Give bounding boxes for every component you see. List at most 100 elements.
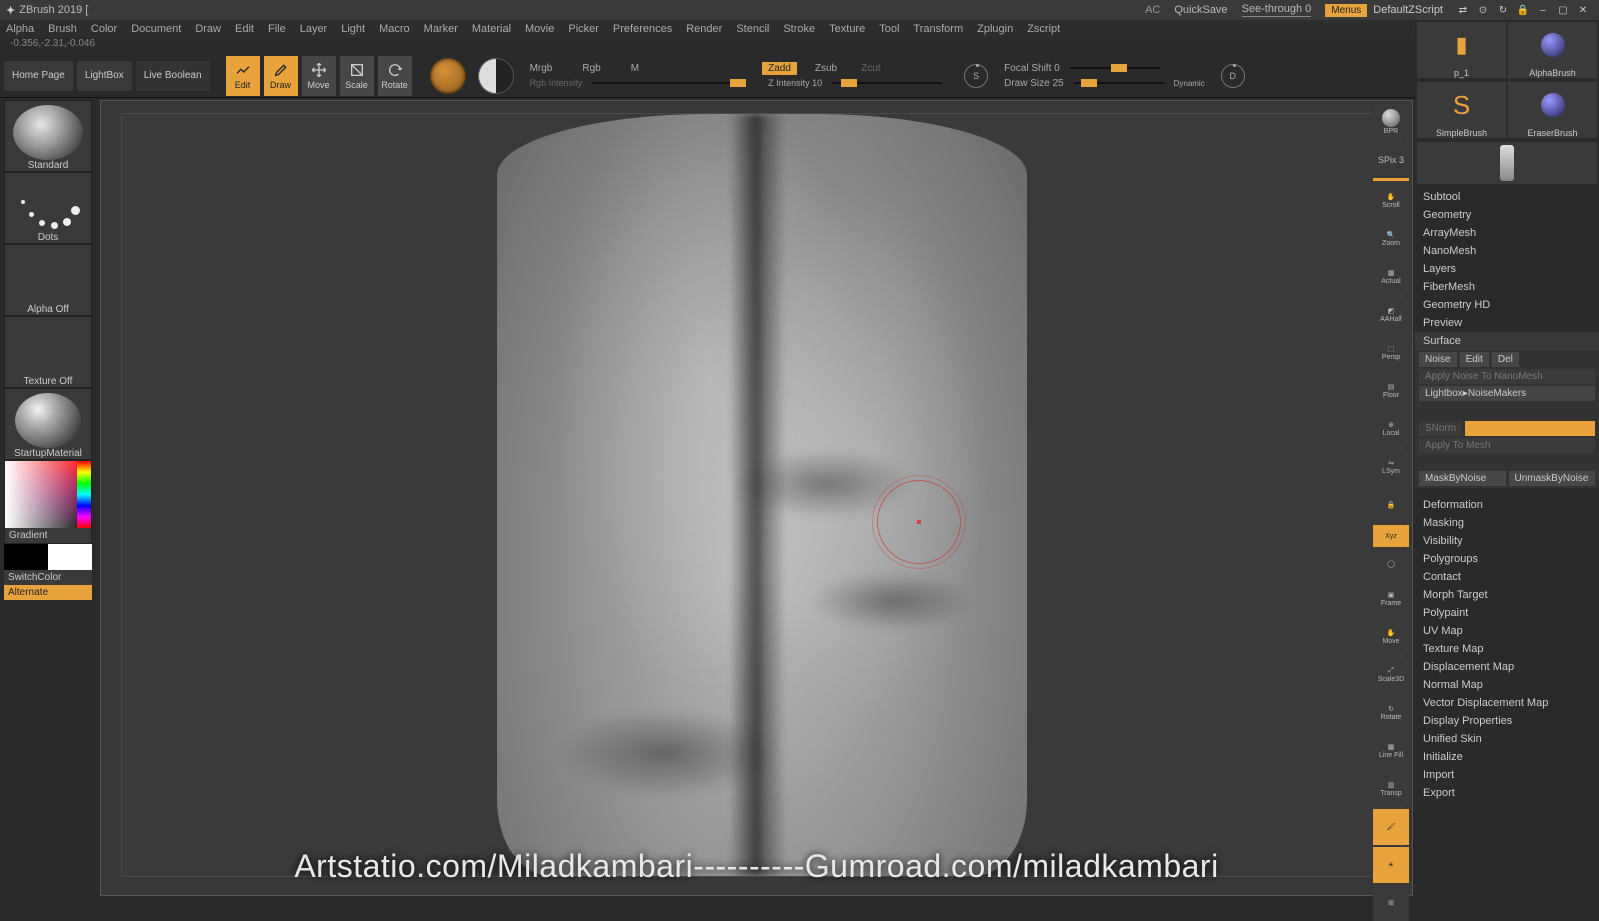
rotate-mode-button[interactable]: Rotate [378, 56, 412, 96]
minimize-icon[interactable]: – [1536, 3, 1550, 17]
panel-fibermesh[interactable]: FiberMesh [1415, 278, 1599, 296]
focal-shift-slider[interactable] [1070, 67, 1160, 69]
switch-color-button[interactable]: SwitchColor [4, 570, 92, 585]
snorm-slider[interactable] [1465, 421, 1595, 436]
xyz-button[interactable]: Xyz [1373, 525, 1409, 547]
panel-masking[interactable]: Masking [1415, 514, 1599, 532]
brush-p1[interactable]: ▮p_1 [1417, 22, 1506, 78]
lightbox-button[interactable]: LightBox [77, 61, 132, 91]
bpr-button[interactable]: BPR [1373, 104, 1409, 140]
panel-arraymesh[interactable]: ArrayMesh [1415, 224, 1599, 242]
maximize-icon[interactable]: ▢ [1556, 3, 1570, 17]
menu-render[interactable]: Render [686, 23, 722, 35]
panel-export[interactable]: Export [1415, 784, 1599, 802]
rgb-button[interactable]: Rgb [576, 62, 606, 75]
rotate-view-button[interactable]: ↻Rotate [1373, 695, 1409, 731]
texture-selector[interactable]: Texture Off [4, 316, 92, 388]
color-swatches[interactable] [4, 544, 92, 570]
brush-selector[interactable]: Standard [4, 100, 92, 172]
home-page-button[interactable]: Home Page [4, 61, 73, 91]
draw-size-slider[interactable] [1074, 82, 1164, 84]
pin-icon[interactable]: ⊙ [1476, 3, 1490, 17]
polyframe-button[interactable]: ⊞ [1373, 885, 1409, 921]
swatch-black[interactable] [4, 544, 48, 570]
panel-geometryhd[interactable]: Geometry HD [1415, 296, 1599, 314]
m-button[interactable]: M [625, 62, 645, 75]
menu-file[interactable]: File [268, 23, 286, 35]
lsym-button[interactable]: ⇋LSym [1373, 449, 1409, 485]
menu-marker[interactable]: Marker [424, 23, 458, 35]
lock-icon[interactable]: 🔒 [1516, 3, 1530, 17]
menu-stencil[interactable]: Stencil [736, 23, 769, 35]
frame-button[interactable]: ▣Frame [1373, 581, 1409, 617]
panel-geometry[interactable]: Geometry [1415, 206, 1599, 224]
brush-alpha[interactable]: AlphaBrush [1508, 22, 1597, 78]
live-boolean-button[interactable]: Live Boolean [136, 61, 210, 91]
zoom-button[interactable]: 🔍Zoom [1373, 221, 1409, 257]
panel-polygroups[interactable]: Polygroups [1415, 550, 1599, 568]
aahalf-button[interactable]: ◩AAHalf [1373, 297, 1409, 333]
panel-visibility[interactable]: Visibility [1415, 532, 1599, 550]
panel-unifiedskin[interactable]: Unified Skin [1415, 730, 1599, 748]
scale-view-button[interactable]: ⤢Scale3D [1373, 657, 1409, 693]
panel-surface[interactable]: Surface [1415, 332, 1599, 350]
material-toggle[interactable] [478, 58, 514, 94]
menu-transform[interactable]: Transform [913, 23, 963, 35]
menu-light[interactable]: Light [341, 23, 365, 35]
symmetry-ring-s[interactable]: S [964, 64, 988, 88]
centre-button[interactable]: ◯ [1373, 549, 1409, 579]
move-mode-button[interactable]: Move [302, 56, 336, 96]
move-view-button[interactable]: ✋Move [1373, 619, 1409, 655]
solo-button[interactable]: ☀ [1373, 847, 1409, 883]
panel-preview[interactable]: Preview [1415, 314, 1599, 332]
actual-button[interactable]: ▦Actual [1373, 259, 1409, 295]
panel-vectordisp[interactable]: Vector Displacement Map [1415, 694, 1599, 712]
panel-layers[interactable]: Layers [1415, 260, 1599, 278]
default-zscript[interactable]: DefaultZScript [1373, 4, 1443, 16]
menu-stroke[interactable]: Stroke [783, 23, 815, 35]
panel-texturemap[interactable]: Texture Map [1415, 640, 1599, 658]
arrows-icon[interactable]: ⇄ [1456, 3, 1470, 17]
lock-button[interactable]: 🔒 [1373, 487, 1409, 523]
draw-mode-button[interactable]: Draw [264, 56, 298, 96]
menu-brush[interactable]: Brush [48, 23, 77, 35]
panel-normalmap[interactable]: Normal Map [1415, 676, 1599, 694]
menu-movie[interactable]: Movie [525, 23, 554, 35]
panel-import[interactable]: Import [1415, 766, 1599, 784]
menu-texture[interactable]: Texture [829, 23, 865, 35]
panel-deformation[interactable]: Deformation [1415, 496, 1599, 514]
swatch-white[interactable] [48, 544, 92, 570]
panel-uvmap[interactable]: UV Map [1415, 622, 1599, 640]
close-icon[interactable]: ✕ [1576, 3, 1590, 17]
menu-zplugin[interactable]: Zplugin [977, 23, 1013, 35]
stroke-selector[interactable]: Dots [4, 172, 92, 244]
panel-morphtarget[interactable]: Morph Target [1415, 586, 1599, 604]
zsub-button[interactable]: Zsub [809, 62, 843, 75]
mrgb-button[interactable]: Mrgb [524, 62, 559, 75]
alternate-button[interactable]: Alternate [4, 585, 92, 600]
panel-initialize[interactable]: Initialize [1415, 748, 1599, 766]
rgb-intensity-slider[interactable] [592, 82, 742, 84]
material-selector[interactable]: StartupMaterial [4, 388, 92, 460]
panel-contact[interactable]: Contact [1415, 568, 1599, 586]
del-noise-button[interactable]: Del [1492, 352, 1519, 367]
lightbox-noisemakers[interactable]: Lightbox▸NoiseMakers [1419, 386, 1595, 401]
gizmo-toggle[interactable] [430, 58, 466, 94]
panel-nanomesh[interactable]: NanoMesh [1415, 242, 1599, 260]
ac-indicator[interactable]: AC [1145, 4, 1160, 16]
menu-alpha[interactable]: Alpha [6, 23, 34, 35]
refresh-icon[interactable]: ↻ [1496, 3, 1510, 17]
panel-polypaint[interactable]: Polypaint [1415, 604, 1599, 622]
alpha-selector[interactable]: Alpha Off [4, 244, 92, 316]
linefill-button[interactable]: ▦Line Fill [1373, 733, 1409, 769]
menu-macro[interactable]: Macro [379, 23, 410, 35]
zcut-button[interactable]: Zcut [855, 62, 886, 75]
menu-material[interactable]: Material [472, 23, 511, 35]
menu-color[interactable]: Color [91, 23, 117, 35]
canvas-3d[interactable] [121, 113, 1402, 877]
ghost-button[interactable]: 🖌 [1373, 809, 1409, 845]
transp-button[interactable]: ▥Transp [1373, 771, 1409, 807]
edit-mode-button[interactable]: Edit [226, 56, 260, 96]
menu-picker[interactable]: Picker [568, 23, 599, 35]
panel-displayprops[interactable]: Display Properties [1415, 712, 1599, 730]
